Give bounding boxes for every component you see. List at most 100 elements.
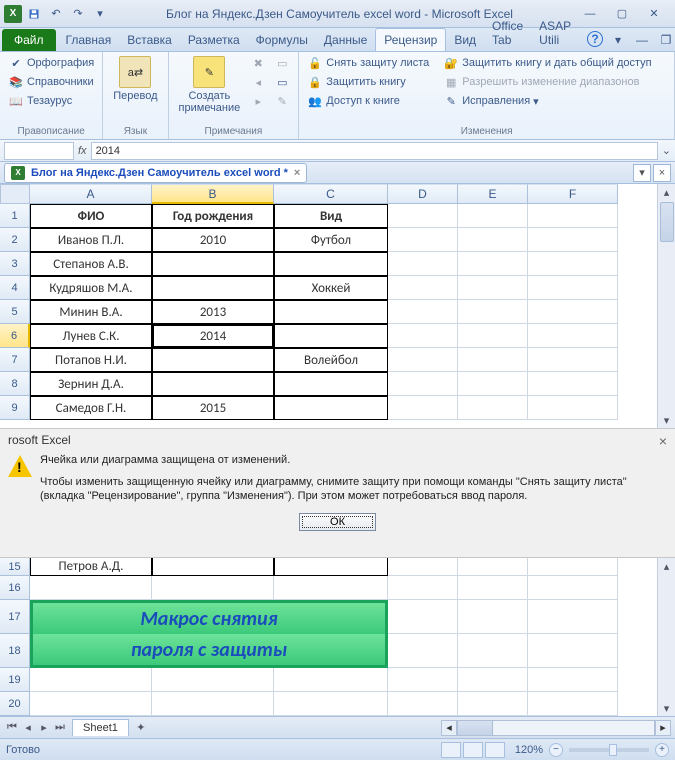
row-header-5[interactable]: 5 <box>0 300 30 324</box>
track-changes-button[interactable]: ✎Исправления ▾ <box>441 92 653 110</box>
cell-C3[interactable] <box>274 252 388 276</box>
row-header-6[interactable]: 6 <box>0 324 30 348</box>
select-all-button[interactable] <box>0 184 30 204</box>
cell-B5[interactable]: 2013 <box>152 300 274 324</box>
maximize-button[interactable]: ▢ <box>611 4 633 24</box>
cell-A6[interactable]: Лунев С.К. <box>30 324 152 348</box>
col-header-D[interactable]: D <box>388 184 458 204</box>
row-header-3[interactable]: 3 <box>0 252 30 276</box>
tab-office-tab[interactable]: Office Tab <box>484 15 531 51</box>
cell-F8[interactable] <box>528 372 618 396</box>
zoom-in-button[interactable]: + <box>655 743 669 757</box>
cell-D16[interactable] <box>388 576 458 600</box>
tab-page-layout[interactable]: Разметка <box>180 29 248 51</box>
row-header-4[interactable]: 4 <box>0 276 30 300</box>
cell-F19[interactable] <box>528 668 618 692</box>
cell-B6[interactable]: 2014 <box>152 324 274 348</box>
cell-A15[interactable]: Петров А.Д. <box>30 558 152 576</box>
document-tab[interactable]: X Блог на Яндекс.Дзен Самоучитель excel … <box>4 163 307 183</box>
cell-F2[interactable] <box>528 228 618 252</box>
cell-E19[interactable] <box>458 668 528 692</box>
row-header-2[interactable]: 2 <box>0 228 30 252</box>
cell-E8[interactable] <box>458 372 528 396</box>
cell-E9[interactable] <box>458 396 528 420</box>
cell-A9[interactable]: Самедов Г.Н. <box>30 396 152 420</box>
cell-D9[interactable] <box>388 396 458 420</box>
cell-B3[interactable] <box>152 252 274 276</box>
cell-D19[interactable] <box>388 668 458 692</box>
cell-D17[interactable] <box>388 600 458 634</box>
view-page-break-button[interactable] <box>485 742 505 758</box>
vertical-scrollbar-lower[interactable]: ▴ ▾ <box>657 558 675 716</box>
cell-C8[interactable] <box>274 372 388 396</box>
tab-file[interactable]: Файл <box>2 29 56 51</box>
workbook-restore-button[interactable]: ❐ <box>657 31 675 49</box>
cell-A4[interactable]: Кудряшов М.А. <box>30 276 152 300</box>
macro-banner-line1[interactable]: Макрос снятия <box>30 600 388 634</box>
cell-E5[interactable] <box>458 300 528 324</box>
cell-D3[interactable] <box>388 252 458 276</box>
cell-B20[interactable] <box>152 692 274 716</box>
doctabs-close-button[interactable]: × <box>653 164 671 182</box>
row-header-8[interactable]: 8 <box>0 372 30 396</box>
row-header-20[interactable]: 20 <box>0 692 30 716</box>
scroll-down-button-lower[interactable]: ▾ <box>659 700 675 716</box>
tab-review[interactable]: Рецензир <box>375 28 446 51</box>
tab-home[interactable]: Главная <box>58 29 120 51</box>
zoom-slider-thumb[interactable] <box>609 744 617 756</box>
sheet-tab-sheet1[interactable]: Sheet1 <box>72 719 129 736</box>
cell-E3[interactable] <box>458 252 528 276</box>
cell-C1[interactable]: Вид <box>274 204 388 228</box>
minimize-button[interactable]: — <box>579 4 601 24</box>
cell-B9[interactable]: 2015 <box>152 396 274 420</box>
zoom-slider[interactable] <box>569 748 649 752</box>
cell-C16[interactable] <box>274 576 388 600</box>
cell-D8[interactable] <box>388 372 458 396</box>
spelling-button[interactable]: ✔Орфография <box>6 54 96 72</box>
cell-D7[interactable] <box>388 348 458 372</box>
tab-asap-utilities[interactable]: ASAP Utili <box>531 15 579 51</box>
cell-B1[interactable]: Год рождения <box>152 204 274 228</box>
research-button[interactable]: 📚Справочники <box>6 73 96 91</box>
row-header-19[interactable]: 19 <box>0 668 30 692</box>
qat-customize-dropdown[interactable]: ▾ <box>90 3 110 25</box>
hscroll-right[interactable]: ▸ <box>655 720 671 736</box>
scroll-up-button-lower[interactable]: ▴ <box>659 558 675 574</box>
sheet-nav-next[interactable]: ▸ <box>36 720 52 736</box>
cell-F1[interactable] <box>528 204 618 228</box>
thesaurus-button[interactable]: 📖Тезаурус <box>6 92 96 110</box>
cell-C2[interactable]: Футбол <box>274 228 388 252</box>
cell-E15[interactable] <box>458 558 528 576</box>
view-page-layout-button[interactable] <box>463 742 483 758</box>
scroll-up-button[interactable]: ▴ <box>659 184 675 200</box>
new-comment-button[interactable]: ✎ Создать примечание <box>175 54 245 116</box>
cell-D18[interactable] <box>388 634 458 668</box>
cell-E20[interactable] <box>458 692 528 716</box>
cell-E1[interactable] <box>458 204 528 228</box>
sheet-nav-first[interactable]: ⏮ <box>4 720 20 736</box>
view-normal-button[interactable] <box>441 742 461 758</box>
row-header-15[interactable]: 15 <box>0 558 30 576</box>
cell-B16[interactable] <box>152 576 274 600</box>
row-header-18[interactable]: 18 <box>0 634 30 668</box>
cell-C7[interactable]: Волейбол <box>274 348 388 372</box>
cell-B15[interactable] <box>152 558 274 576</box>
cell-A3[interactable]: Степанов А.В. <box>30 252 152 276</box>
cell-E18[interactable] <box>458 634 528 668</box>
cell-A2[interactable]: Иванов П.Л. <box>30 228 152 252</box>
cell-B8[interactable] <box>152 372 274 396</box>
cell-E7[interactable] <box>458 348 528 372</box>
sheet-nav-prev[interactable]: ◂ <box>20 720 36 736</box>
cell-E17[interactable] <box>458 600 528 634</box>
cell-F3[interactable] <box>528 252 618 276</box>
protect-workbook-button[interactable]: 🔒Защитить книгу <box>305 73 431 91</box>
col-header-E[interactable]: E <box>458 184 528 204</box>
excel-app-icon[interactable]: X <box>4 5 22 23</box>
cell-C6[interactable] <box>274 324 388 348</box>
formula-input[interactable]: 2014 <box>91 142 658 160</box>
name-box[interactable] <box>4 142 74 160</box>
doc-tab-close-icon[interactable]: × <box>294 167 300 179</box>
fx-icon[interactable]: fx <box>78 145 87 157</box>
cell-C19[interactable] <box>274 668 388 692</box>
workbook-minimize-button[interactable]: — <box>633 31 651 49</box>
